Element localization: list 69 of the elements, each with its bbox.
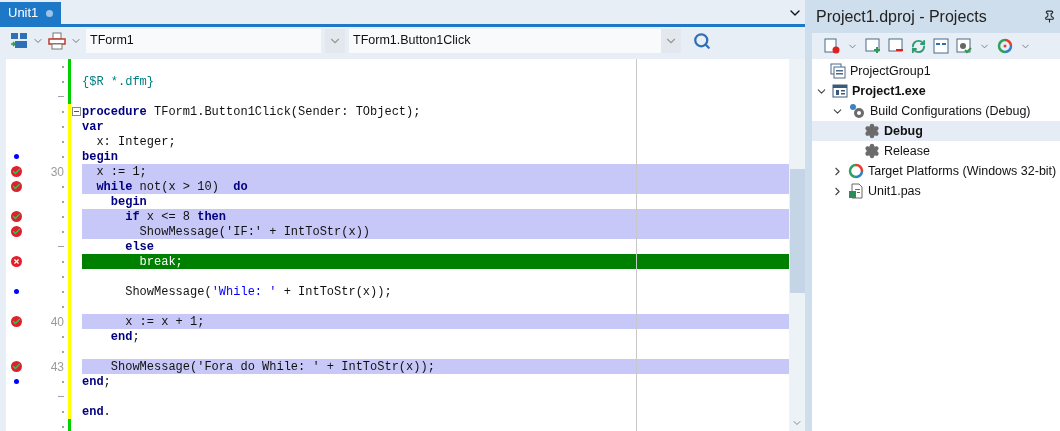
platform-ring-icon bbox=[848, 163, 864, 179]
code-line: end; bbox=[109, 330, 140, 343]
add-item-icon[interactable] bbox=[865, 38, 881, 54]
code-line: break; bbox=[138, 255, 183, 268]
project-icon bbox=[832, 83, 848, 99]
gears-icon bbox=[848, 103, 866, 119]
code-line: procedure TForm1.Button1Click(Sender: TObject); bbox=[82, 105, 421, 118]
code-line: var bbox=[82, 120, 104, 133]
pin-icon[interactable] bbox=[1043, 10, 1056, 23]
code-line: begin bbox=[109, 195, 147, 208]
breakpoint-valid-icon bbox=[10, 316, 22, 327]
breakpoint-valid-icon bbox=[10, 226, 22, 237]
line-number: 40 bbox=[50, 315, 64, 328]
breakpoint-valid-icon bbox=[10, 361, 22, 372]
code-line: x := x + 1; bbox=[124, 315, 205, 328]
tree-label: Build Configurations (Debug) bbox=[870, 102, 1031, 120]
gutter-dash bbox=[58, 246, 64, 247]
tree-item[interactable]: Unit1.pas bbox=[812, 181, 1060, 201]
gutter-dash bbox=[58, 96, 64, 97]
code-line: else bbox=[124, 240, 154, 253]
remove-project-icon[interactable] bbox=[824, 38, 840, 54]
refresh-icon[interactable] bbox=[911, 38, 926, 54]
editor-tab[interactable]: Unit1 bbox=[0, 2, 62, 24]
tree-label: Target Platforms (Windows 32-bit) bbox=[868, 162, 1057, 180]
code-line: while not(x > 10) do bbox=[95, 180, 248, 193]
scrollbar-thumb[interactable] bbox=[789, 169, 805, 293]
code-line: ShowMessage('IF:' + IntToStr(x)) bbox=[138, 225, 371, 238]
breakpoint-invalid-icon bbox=[10, 256, 22, 267]
tree-label: Release bbox=[884, 142, 930, 160]
breakpoint-valid-icon bbox=[10, 181, 22, 192]
settings-check-icon[interactable] bbox=[956, 38, 972, 54]
breakpoint-valid-icon bbox=[10, 166, 22, 177]
layout-grid-icon[interactable] bbox=[10, 31, 28, 50]
fold-toggle[interactable] bbox=[72, 107, 81, 116]
code-line: x: Integer; bbox=[95, 135, 176, 148]
remove-item-icon[interactable] bbox=[888, 38, 904, 54]
tree-label: Project1.exe bbox=[852, 82, 926, 100]
panel-title: Project1.dproj - Projects bbox=[816, 6, 987, 27]
code-line: {$R *.dfm} bbox=[82, 75, 154, 88]
gutter-dash bbox=[58, 396, 64, 397]
printer-icon[interactable] bbox=[48, 31, 66, 50]
tree-label: Debug bbox=[884, 122, 923, 140]
tree-item[interactable]: Target Platforms (Windows 32-bit) bbox=[812, 161, 1060, 181]
unit-file-icon bbox=[848, 183, 864, 199]
code-line: end. bbox=[82, 405, 111, 418]
class-combo[interactable]: TForm1 bbox=[86, 28, 321, 53]
line-number: 30 bbox=[50, 165, 64, 178]
project-group-icon bbox=[830, 63, 846, 79]
gear-icon bbox=[864, 123, 880, 139]
search-icon[interactable] bbox=[693, 31, 711, 50]
code-line: ShowMessage('While: ' + IntToStr(x)); bbox=[124, 285, 392, 298]
tree-label: Unit1.pas bbox=[868, 182, 921, 200]
code-line: x := 1; bbox=[95, 165, 147, 178]
gear-icon bbox=[864, 143, 880, 159]
tree-item[interactable]: ProjectGroup1 bbox=[812, 61, 1060, 81]
scrollbar[interactable] bbox=[789, 59, 805, 431]
tree-item[interactable]: Debug bbox=[812, 121, 1060, 141]
code-line: begin bbox=[82, 150, 118, 163]
code-line: ShowMessage('Fora do While: ' + IntToStr(x)); bbox=[109, 360, 435, 373]
tree-item[interactable]: Build Configurations (Debug) bbox=[812, 101, 1060, 121]
tree-label: ProjectGroup1 bbox=[850, 62, 931, 80]
code-line: end; bbox=[82, 375, 111, 388]
breakpoint-valid-icon bbox=[10, 211, 22, 222]
platform-ring-icon[interactable] bbox=[997, 38, 1013, 54]
tree-item[interactable]: Release bbox=[812, 141, 1060, 161]
tree-item[interactable]: Project1.exe bbox=[812, 81, 1060, 101]
sync-panel-icon[interactable] bbox=[933, 38, 949, 54]
code-line: if x <= 8 then bbox=[124, 210, 227, 223]
line-number: 43 bbox=[50, 360, 64, 373]
